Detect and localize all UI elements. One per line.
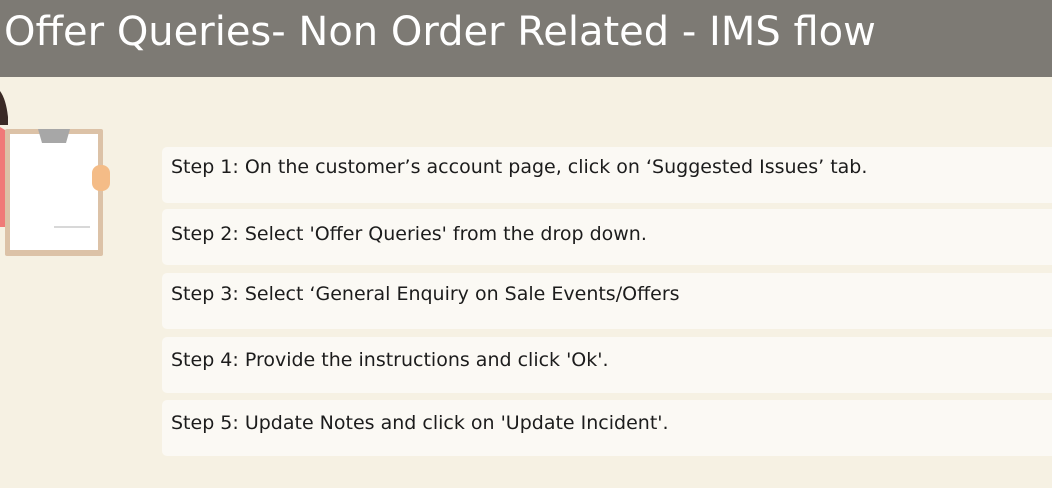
- step-3-text: Step 3: Select ‘General Enquiry on Sale …: [171, 283, 680, 305]
- page-title: Offer Queries- Non Order Related - IMS f…: [4, 9, 876, 55]
- step-2: Step 2: Select 'Offer Queries' from the …: [162, 209, 1052, 265]
- title-banner: Offer Queries- Non Order Related - IMS f…: [0, 0, 1052, 77]
- step-1-text: Step 1: On the customer’s account page, …: [171, 156, 868, 178]
- step-4-text: Step 4: Provide the instructions and cli…: [171, 349, 609, 371]
- person-holding-clipboard-icon: [0, 91, 110, 256]
- step-3: Step 3: Select ‘General Enquiry on Sale …: [162, 273, 1052, 329]
- step-5-text: Step 5: Update Notes and click on 'Updat…: [171, 412, 669, 434]
- step-1: Step 1: On the customer’s account page, …: [162, 147, 1052, 203]
- step-4: Step 4: Provide the instructions and cli…: [162, 337, 1052, 393]
- step-5: Step 5: Update Notes and click on 'Updat…: [162, 400, 1052, 456]
- step-2-text: Step 2: Select 'Offer Queries' from the …: [171, 223, 647, 245]
